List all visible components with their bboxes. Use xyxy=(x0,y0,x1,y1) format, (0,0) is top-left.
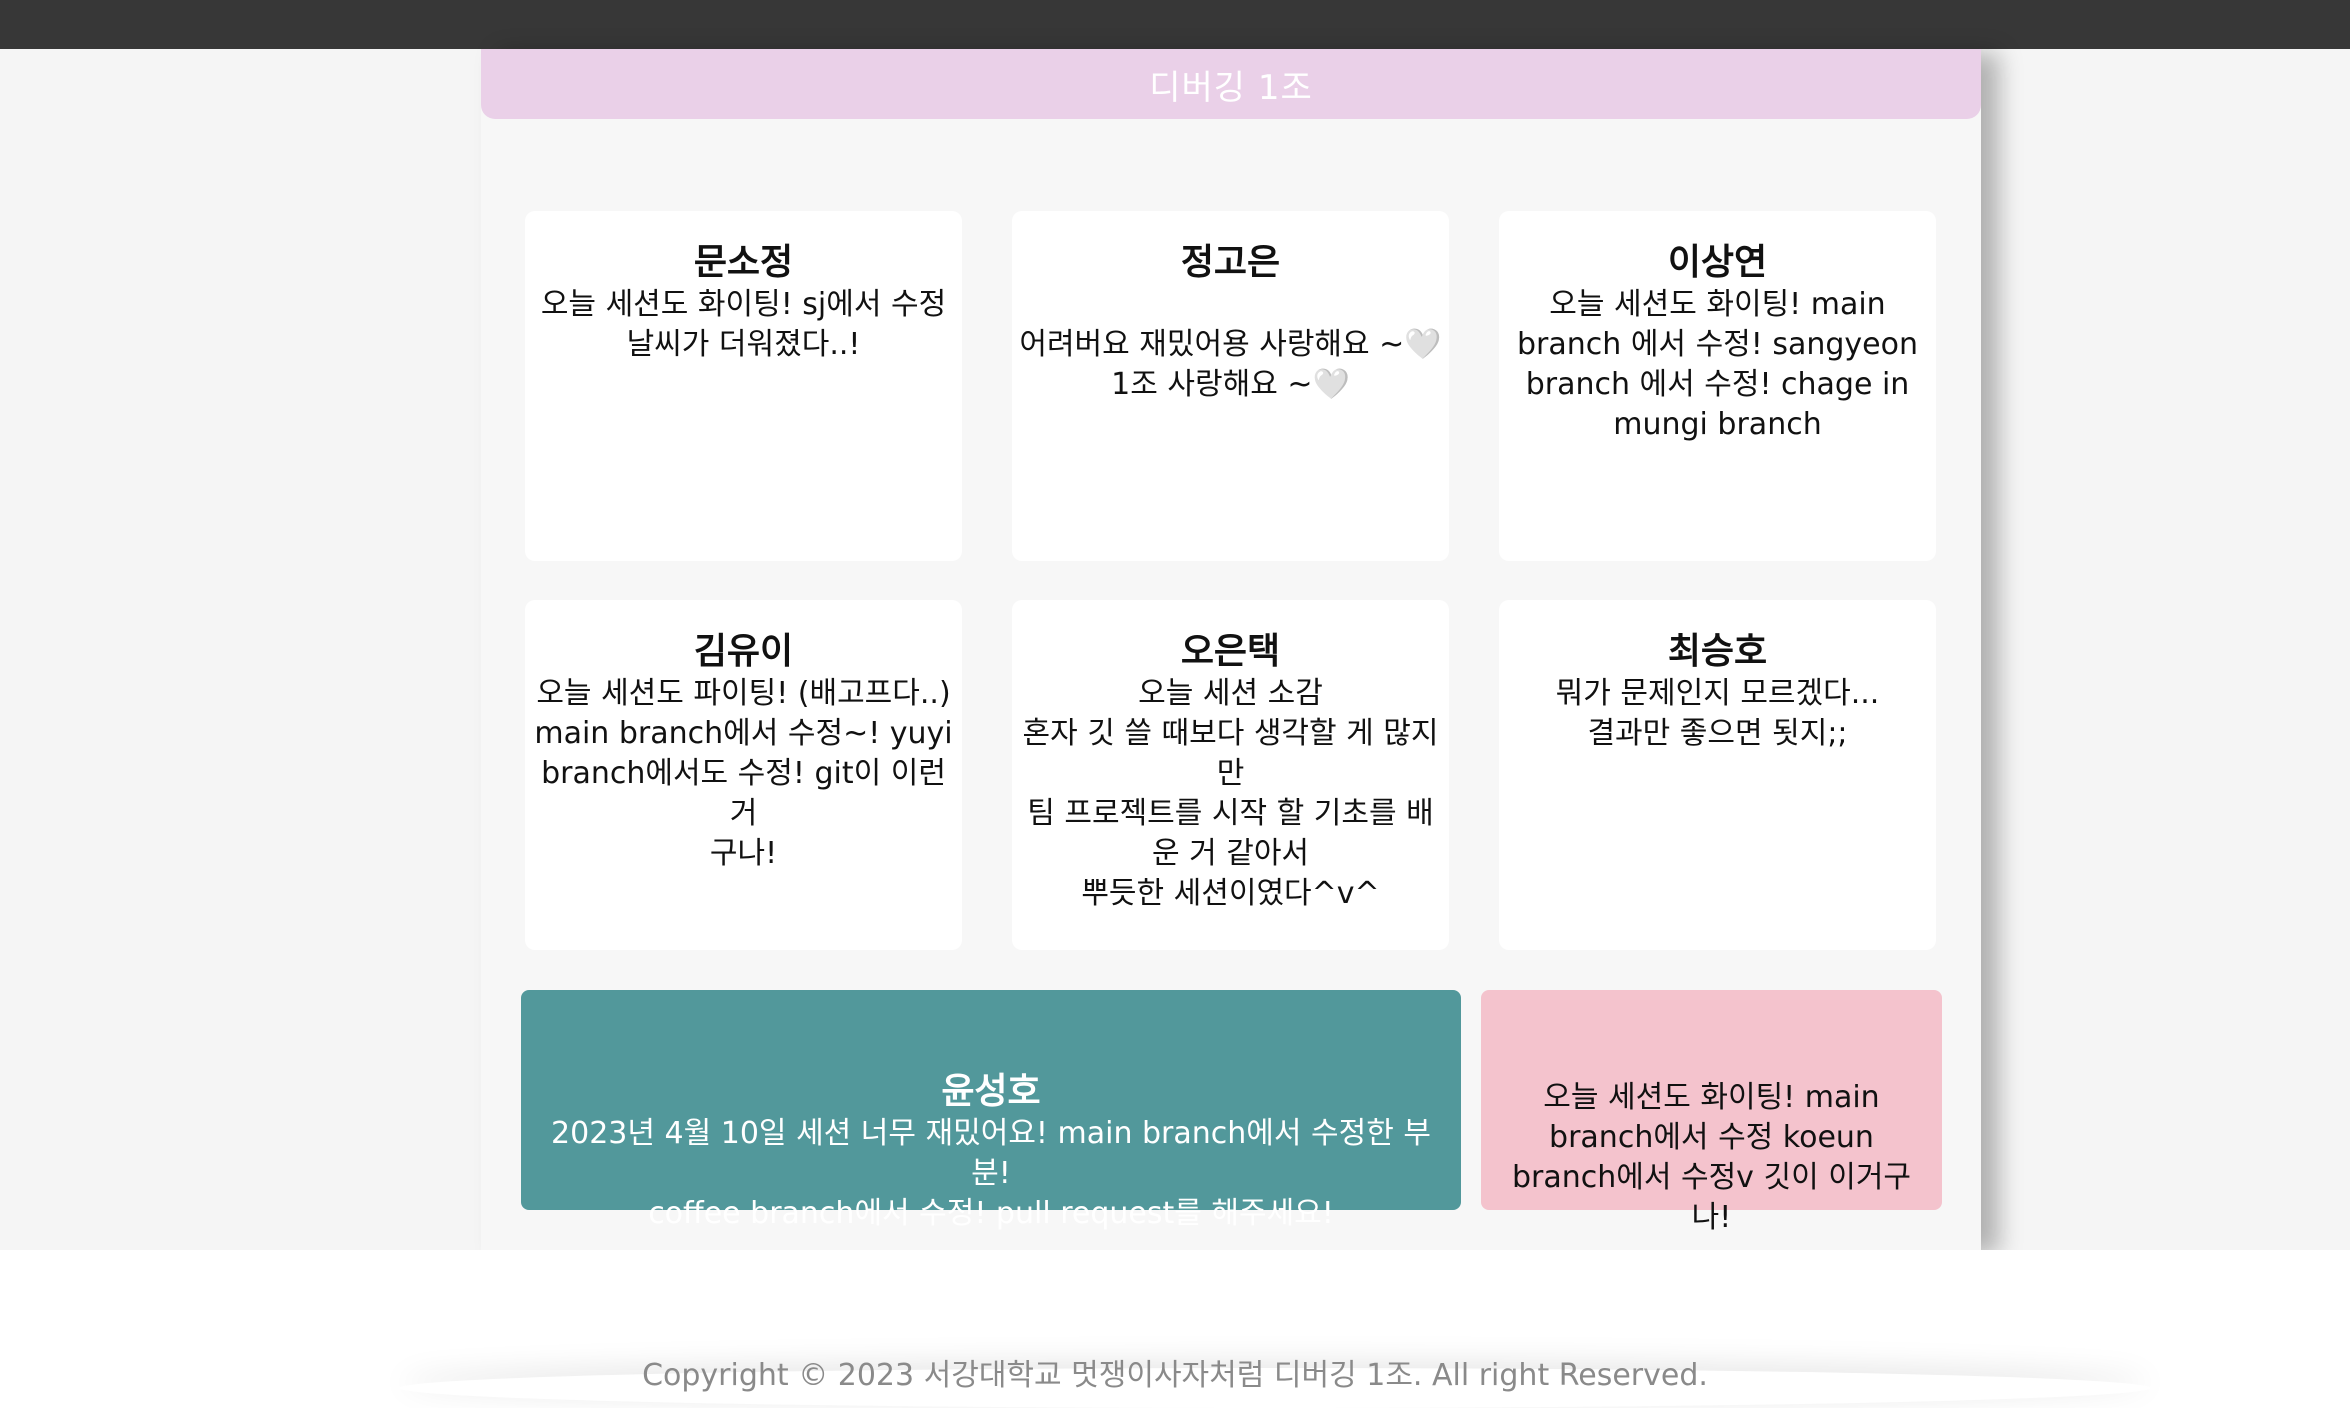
member-message: 어려버요 재밌어용 사랑해요 ~🤍 1조 사랑해요 ~🤍 xyxy=(1019,327,1442,402)
member-card: 김유이 오늘 세션도 파이팅! (배고프다..) main branch에서 수… xyxy=(525,600,962,950)
member-card: 오은택 오늘 세션 소감 혼자 깃 쓸 때보다 생각할 게 많지 만 팀 프로젝… xyxy=(1012,600,1449,950)
member-card: 최승호 뭐가 문제인지 모르겠다... 결과만 좋으면 됫지;; xyxy=(1499,600,1936,950)
member-message: 오늘 세션 소감 혼자 깃 쓸 때보다 생각할 게 많지 만 팀 프로젝트를 시… xyxy=(1022,676,1439,911)
member-name: 오은택 xyxy=(1180,631,1281,672)
member-name: 정고은 xyxy=(1180,242,1281,283)
footer: Copyright © 2023 서강대학교 멋쟁이사자처럼 디버깅 1조. A… xyxy=(0,1250,2350,1398)
main-panel: 디버깅 1조 문소정 오늘 세션도 화이팅! sj에서 수정 날씨가 더워졌다.… xyxy=(481,49,1981,1250)
member-message: 오늘 세션도 화이팅! sj에서 수정 날씨가 더워졌다..! xyxy=(540,287,947,362)
copyright-text: Copyright © 2023 서강대학교 멋쟁이사자처럼 디버깅 1조. A… xyxy=(642,1358,1708,1393)
member-name: 윤성호 xyxy=(941,1071,1041,1112)
member-name: 문소정 xyxy=(693,242,794,283)
member-message: 뭐가 문제인지 모르겠다... 결과만 좋으면 됫지;; xyxy=(1555,676,1880,751)
member-message: 2023년 4월 10일 세션 너무 재밌어요! main branch에서 수… xyxy=(551,1116,1431,1231)
member-card-pink: 오늘 세션도 화이팅! main branch에서 수정 koeun branc… xyxy=(1481,990,1942,1235)
member-name: 이상연 xyxy=(1667,242,1768,283)
member-message: 오늘 세션도 파이팅! (배고프다..) main branch에서 수정~! … xyxy=(534,676,953,871)
page-title: 디버깅 1조 xyxy=(1149,67,1313,108)
member-name: 김유이 xyxy=(693,631,794,672)
member-message: 오늘 세션도 화이팅! main branch에서 수정 koeun branc… xyxy=(1511,1080,1912,1235)
member-message: 오늘 세션도 화이팅! main branch 에서 수정! sangyeon … xyxy=(1517,287,1918,442)
member-card: 정고은 어려버요 재밌어용 사랑해요 ~🤍 1조 사랑해요 ~🤍 xyxy=(1012,211,1449,561)
header-bar: 디버깅 1조 xyxy=(481,49,1981,119)
member-card-wide: 윤성호 2023년 4월 10일 세션 너무 재밌어요! main branch… xyxy=(521,990,1461,1231)
member-card: 문소정 오늘 세션도 화이팅! sj에서 수정 날씨가 더워졌다..! xyxy=(525,211,962,561)
browser-top-bar xyxy=(0,0,2350,49)
member-name: 최승호 xyxy=(1667,631,1768,672)
member-card: 이상연 오늘 세션도 화이팅! main branch 에서 수정! sangy… xyxy=(1499,211,1936,561)
